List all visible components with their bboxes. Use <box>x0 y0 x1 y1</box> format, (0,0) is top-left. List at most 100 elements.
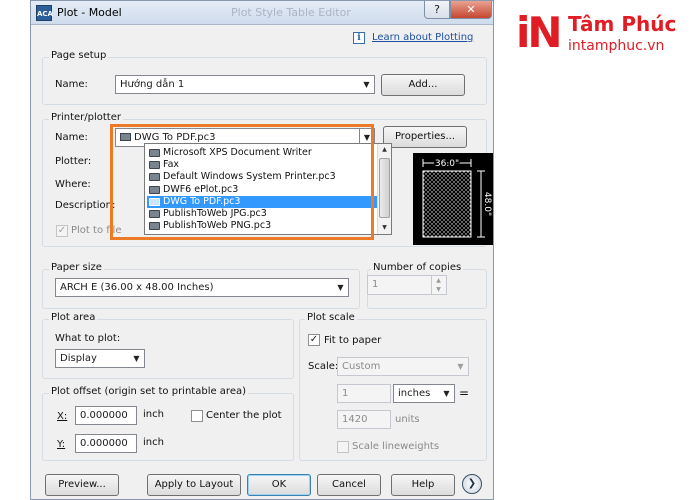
paper-preview: 36.0" 48.0" <box>413 153 493 245</box>
scroll-down-icon[interactable]: ▼ <box>378 222 391 234</box>
close-icon[interactable]: ✕ <box>450 1 492 19</box>
page-setup-name-label: Name: <box>55 79 88 90</box>
paper-size-value: ARCH E (36.00 x 48.00 Inches) <box>60 282 214 293</box>
scroll-thumb[interactable] <box>379 158 390 218</box>
learn-about-plotting-link[interactable]: Learn about Plotting <box>372 32 473 43</box>
equals-sign: = <box>459 386 470 400</box>
x-offset-input[interactable]: 0.000000 <box>75 406 137 425</box>
printer-dropdown-list[interactable]: Microsoft XPS Document Writer Fax Default … <box>144 143 392 235</box>
what-to-plot-select[interactable]: Display ▼ <box>55 349 145 368</box>
description-label: Description: <box>55 200 116 211</box>
list-scrollbar[interactable]: ▲ ▼ <box>377 144 391 234</box>
scale-label: Scale: <box>308 361 339 372</box>
printer-option[interactable]: Fax <box>147 159 377 171</box>
plotter-label: Plotter: <box>55 156 92 167</box>
x-offset-label: X: <box>57 411 68 422</box>
chevron-down-icon: ▼ <box>337 283 344 292</box>
plot-to-file-checkbox[interactable]: ✓ <box>56 225 68 237</box>
x-offset-unit: inch <box>143 409 164 420</box>
printer-icon <box>149 149 160 157</box>
preview-button[interactable]: Preview... <box>45 474 119 496</box>
plot-area-label: Plot area <box>49 312 98 323</box>
tam-phuc-logo: iN Tâm Phúc intamphuc.vn <box>516 8 696 64</box>
scale-value1-input[interactable]: 1 <box>337 384 391 403</box>
logo-url: intamphuc.vn <box>568 38 665 54</box>
page-setup-name-select[interactable]: Hướng dẫn 1 ▼ <box>115 75 375 94</box>
copies-spinner[interactable]: ▲ ▼ <box>431 276 445 294</box>
add-button[interactable]: Add... <box>381 74 465 96</box>
printer-option-label: Microsoft XPS Document Writer <box>163 147 312 158</box>
copies-label: Number of copies <box>371 262 464 273</box>
paper-preview-graphic: 36.0" 48.0" <box>422 158 493 238</box>
apply-to-layout-button[interactable]: Apply to Layout <box>147 474 241 496</box>
chevron-down-icon: ▼ <box>457 362 464 371</box>
y-offset-input[interactable]: 0.000000 <box>75 434 137 453</box>
chevron-down-icon: ▼ <box>443 389 450 398</box>
paper-size-select[interactable]: ARCH E (36.00 x 48.00 Inches) ▼ <box>55 278 349 297</box>
background-window-title: Plot Style Table Editor <box>231 6 351 19</box>
page-setup-name-value: Hướng dẫn 1 <box>120 79 185 90</box>
what-to-plot-value: Display <box>60 353 97 364</box>
y-offset-label: Y: <box>57 439 66 450</box>
copies-value: 1 <box>372 279 379 290</box>
center-plot-label: Center the plot <box>206 410 282 421</box>
scale-value: Custom <box>342 361 381 372</box>
properties-button[interactable]: Properties... <box>383 126 467 148</box>
help-window-button[interactable]: ? <box>424 1 450 19</box>
printer-option[interactable]: DWF6 ePlot.pc3 <box>147 184 377 196</box>
printer-icon <box>149 185 160 194</box>
cancel-button[interactable]: Cancel <box>317 474 381 496</box>
paper-size-label: Paper size <box>49 262 104 273</box>
plot-scale-label: Plot scale <box>305 312 357 323</box>
center-plot-checkbox[interactable] <box>191 410 203 422</box>
chevron-down-icon: ▼ <box>133 354 140 363</box>
logo-mark: iN <box>516 8 563 57</box>
printer-option-label: DWG To PDF.pc3 <box>163 195 241 207</box>
x-offset-value: 0.000000 <box>80 410 128 421</box>
printer-option[interactable]: DWG To PDF.pc3 <box>147 195 377 208</box>
printer-icon <box>149 161 160 170</box>
y-offset-unit: inch <box>143 437 164 448</box>
printer-icon <box>149 173 160 182</box>
printer-option-label: PublishToWeb JPG.pc3 <box>163 208 267 219</box>
fit-to-paper-label: Fit to paper <box>324 335 382 346</box>
scale-value2-input[interactable]: 1420 <box>337 410 391 429</box>
printer-selected-value: DWG To PDF.pc3 <box>134 132 216 143</box>
plot-to-file-label: Plot to file <box>71 225 122 236</box>
fit-to-paper-checkbox[interactable]: ✓ <box>308 334 320 346</box>
preview-width-text: 36.0" <box>435 159 459 169</box>
page-setup-label: Page setup <box>49 50 109 61</box>
ok-button[interactable]: OK <box>247 474 311 496</box>
title-bar[interactable]: ACA Plot - Model Plot Style Table Editor… <box>31 1 493 25</box>
printer-option[interactable]: Microsoft XPS Document Writer <box>147 147 377 159</box>
scale-lineweights-label: Scale lineweights <box>352 441 440 452</box>
info-icon: i <box>353 32 365 44</box>
scale-select[interactable]: Custom ▼ <box>337 357 469 376</box>
chevron-down-icon: ▼ <box>363 80 370 89</box>
plot-offset-label: Plot offset (origin set to printable are… <box>49 386 249 397</box>
where-label: Where: <box>55 179 91 190</box>
expand-options-icon[interactable]: ❯ <box>462 474 482 494</box>
what-to-plot-label: What to plot: <box>55 333 121 344</box>
printer-icon <box>149 197 160 206</box>
printer-icon <box>149 210 160 218</box>
scale-lineweights-checkbox[interactable] <box>337 441 349 453</box>
printer-icon <box>120 133 131 141</box>
scale-value1: 1 <box>342 388 349 399</box>
y-offset-value: 0.000000 <box>80 438 128 449</box>
scale-unit1: inches <box>398 388 431 399</box>
logo-name: Tâm Phúc <box>568 12 677 36</box>
scale-unit2: units <box>395 414 420 425</box>
scale-unit-select[interactable]: inches ▼ <box>393 384 455 403</box>
scale-value2: 1420 <box>342 414 368 425</box>
printer-option[interactable]: PublishToWeb JPG.pc3 <box>147 208 377 220</box>
printer-option[interactable]: PublishToWeb PNG.pc3 <box>147 220 377 232</box>
printer-option[interactable]: Default Windows System Printer.pc3 <box>147 171 377 183</box>
printer-option-label: DWF6 ePlot.pc3 <box>163 183 239 195</box>
printer-option-label: PublishToWeb PNG.pc3 <box>163 220 272 232</box>
scroll-up-icon[interactable]: ▲ <box>378 144 391 156</box>
printer-plotter-label: Printer/plotter <box>49 112 123 123</box>
preview-height-text: 48.0" <box>482 192 492 216</box>
help-button[interactable]: Help <box>391 474 455 496</box>
printer-option-label: Fax <box>163 159 180 171</box>
